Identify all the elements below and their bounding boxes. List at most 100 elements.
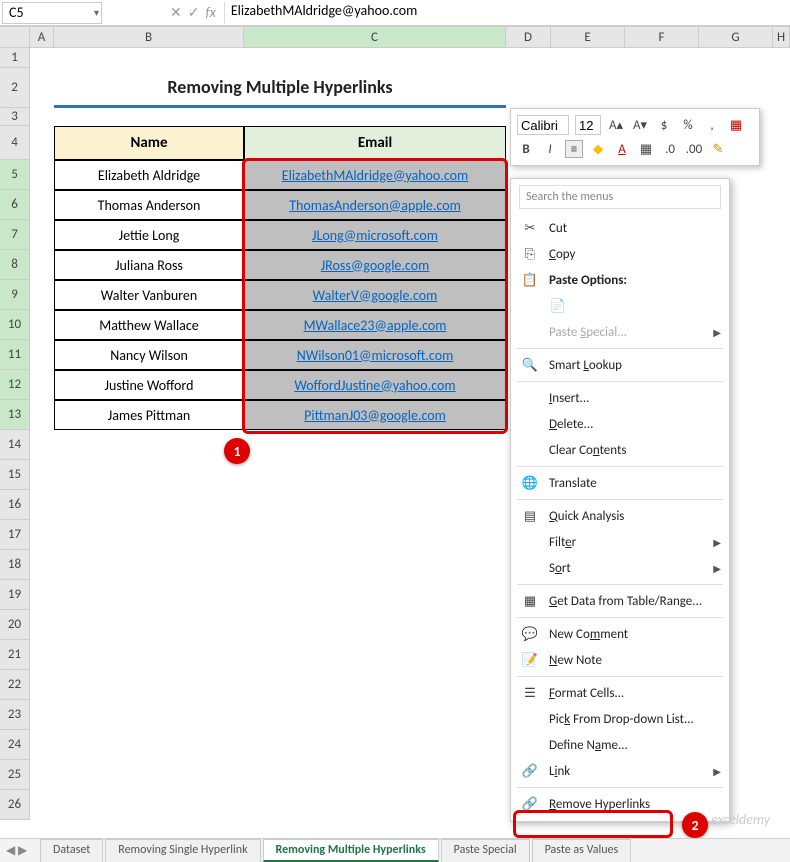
font-size-input[interactable] [575, 115, 601, 135]
row-header[interactable]: 24 [0, 730, 30, 760]
table-row-email[interactable]: PittmanJ03@google.com [244, 400, 506, 430]
conditional-format-icon[interactable]: ▦ [727, 116, 745, 134]
menu-cut[interactable]: ✂Cut [511, 215, 729, 241]
menu-delete[interactable]: Delete... [511, 411, 729, 437]
menu-insert[interactable]: Insert... [511, 385, 729, 411]
menu-new-comment[interactable]: 💬New Comment [511, 621, 729, 647]
menu-filter[interactable]: Filter▶ [511, 529, 729, 555]
sheet-tab[interactable]: Removing Single Hyperlink [105, 839, 260, 862]
table-row-name[interactable]: Jettie Long [54, 220, 244, 250]
comma-icon[interactable]: , [703, 116, 721, 134]
table-row-name[interactable]: James Pittman [54, 400, 244, 430]
row-header[interactable]: 17 [0, 520, 30, 550]
row-header[interactable]: 11 [0, 340, 30, 370]
cancel-icon[interactable]: ✕ [170, 4, 182, 21]
menu-quick-analysis[interactable]: ▤Quick Analysis [511, 503, 729, 529]
row-header[interactable]: 14 [0, 430, 30, 460]
row-header[interactable]: 2 [0, 68, 30, 108]
table-row-name[interactable]: Elizabeth Aldridge [54, 160, 244, 190]
col-header-B[interactable]: B [54, 27, 244, 47]
format-painter-icon[interactable]: ✎ [709, 140, 727, 158]
table-row-email[interactable]: ElizabethMAldridge@yahoo.com [244, 160, 506, 190]
increase-font-icon[interactable]: A▴ [607, 116, 625, 134]
col-header-A[interactable]: A [30, 27, 54, 47]
font-color-icon[interactable]: A [613, 140, 631, 158]
col-header-D[interactable]: D [506, 27, 551, 47]
menu-pick-list[interactable]: Pick From Drop-down List... [511, 706, 729, 732]
row-header[interactable]: 15 [0, 460, 30, 490]
table-row-email[interactable]: JLong@microsoft.com [244, 220, 506, 250]
menu-clear-contents[interactable]: Clear Contents [511, 437, 729, 463]
row-header[interactable]: 23 [0, 700, 30, 730]
decrease-font-icon[interactable]: A▾ [631, 116, 649, 134]
increase-decimal-icon[interactable]: .0 [661, 140, 679, 158]
row-header[interactable]: 26 [0, 790, 30, 820]
formula-input[interactable]: ElizabethMAldridge@yahoo.com [224, 2, 790, 24]
tab-nav[interactable]: ◀ ▶ [6, 843, 27, 858]
bold-icon[interactable]: B [517, 140, 535, 158]
col-header-E[interactable]: E [551, 27, 625, 47]
sheet-tab[interactable]: Paste as Values [532, 839, 632, 862]
menu-sort[interactable]: Sort▶ [511, 555, 729, 581]
sheet-tab[interactable]: Paste Special [441, 839, 530, 862]
menu-get-data[interactable]: ▦Get Data from Table/Range... [511, 588, 729, 614]
row-header[interactable]: 3 [0, 108, 30, 126]
col-header-G[interactable]: G [699, 27, 773, 47]
name-box[interactable]: C5 ▾ [2, 2, 102, 24]
name-box-dropdown-icon[interactable]: ▾ [94, 6, 99, 19]
table-row-name[interactable]: Thomas Anderson [54, 190, 244, 220]
table-row-email[interactable]: NWilson01@microsoft.com [244, 340, 506, 370]
fill-color-icon[interactable]: ◆ [589, 140, 607, 158]
table-row-email[interactable]: ThomasAnderson@apple.com [244, 190, 506, 220]
row-header[interactable]: 13 [0, 400, 30, 430]
table-row-name[interactable]: Walter Vanburen [54, 280, 244, 310]
decrease-decimal-icon[interactable]: .00 [685, 140, 703, 158]
row-header[interactable]: 4 [0, 126, 30, 160]
table-row-email[interactable]: MWallace23@apple.com [244, 310, 506, 340]
row-header[interactable]: 20 [0, 610, 30, 640]
row-header[interactable]: 19 [0, 580, 30, 610]
table-row-email[interactable]: JRoss@google.com [244, 250, 506, 280]
row-header[interactable]: 21 [0, 640, 30, 670]
confirm-icon[interactable]: ✓ [188, 4, 200, 21]
align-icon[interactable]: ≡ [565, 140, 583, 158]
sheet-tab[interactable]: Dataset [40, 839, 103, 862]
table-row-name[interactable]: Juliana Ross [54, 250, 244, 280]
menu-new-note[interactable]: 📝New Note [511, 647, 729, 673]
row-header[interactable]: 10 [0, 310, 30, 340]
menu-smart-lookup[interactable]: 🔍Smart Lookup [511, 352, 729, 378]
row-header[interactable]: 16 [0, 490, 30, 520]
menu-search[interactable]: Search the menus [519, 185, 721, 209]
menu-copy[interactable]: ⎘Copy [511, 241, 729, 267]
row-header[interactable]: 22 [0, 670, 30, 700]
row-header[interactable]: 6 [0, 190, 30, 220]
table-row-email[interactable]: WoffordJustine@yahoo.com [244, 370, 506, 400]
row-header[interactable]: 7 [0, 220, 30, 250]
menu-translate[interactable]: 🌐Translate [511, 470, 729, 496]
menu-paste-icon[interactable]: 📄 [511, 293, 729, 319]
row-header[interactable]: 12 [0, 370, 30, 400]
table-row-name[interactable]: Justine Wofford [54, 370, 244, 400]
table-row-name[interactable]: Matthew Wallace [54, 310, 244, 340]
menu-format-cells[interactable]: ☰Format Cells... [511, 680, 729, 706]
italic-icon[interactable]: I [541, 140, 559, 158]
menu-define-name[interactable]: Define Name... [511, 732, 729, 758]
col-header-C[interactable]: C [244, 27, 506, 47]
row-header[interactable]: 8 [0, 250, 30, 280]
fx-icon[interactable]: fx [205, 4, 215, 21]
select-all-corner[interactable] [0, 27, 30, 47]
row-header[interactable]: 1 [0, 48, 30, 68]
row-header[interactable]: 18 [0, 550, 30, 580]
percent-icon[interactable]: % [679, 116, 697, 134]
sheet-tab[interactable]: Removing Multiple Hyperlinks [263, 839, 439, 862]
font-family-input[interactable] [517, 115, 569, 135]
row-header[interactable]: 9 [0, 280, 30, 310]
table-row-name[interactable]: Nancy Wilson [54, 340, 244, 370]
col-header-F[interactable]: F [625, 27, 699, 47]
menu-link[interactable]: 🔗Link▶ [511, 758, 729, 784]
table-row-email[interactable]: WalterV@google.com [244, 280, 506, 310]
row-header[interactable]: 5 [0, 160, 30, 190]
row-header[interactable]: 25 [0, 760, 30, 790]
menu-paste-special[interactable]: Paste Special...▶ [511, 319, 729, 345]
border-icon[interactable]: ▦ [637, 140, 655, 158]
